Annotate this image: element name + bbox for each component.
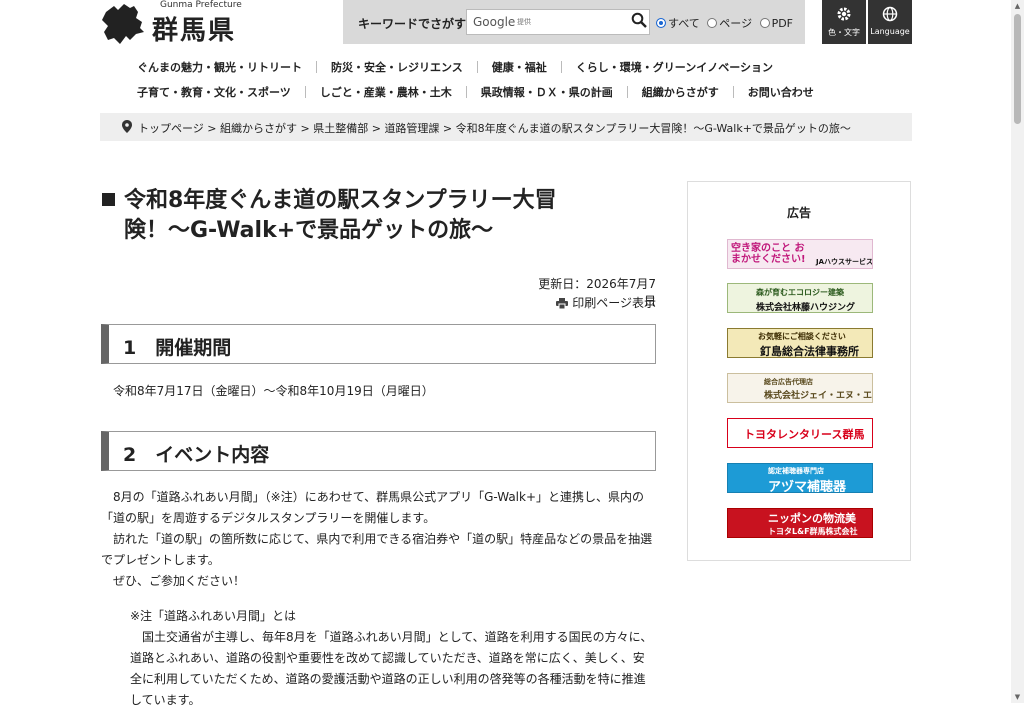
paragraph-line: 訪れた「道の駅」の箇所数に応じて、県内で利用できる宿泊券や「道の駅」特産品などの… xyxy=(113,532,653,546)
radio-icon xyxy=(759,18,770,28)
color-text-button[interactable]: 色・文字 xyxy=(822,0,866,44)
ad-panel: 広告 空き家のこと おまかせください! JAハウスサービス 森が育むエコロジー建… xyxy=(687,181,911,561)
paragraph-line: でプレゼントします。 xyxy=(101,553,220,567)
logo-ja: 群馬県 xyxy=(152,16,237,46)
search-option-all[interactable]: すべて xyxy=(656,17,700,30)
paragraph-line: ぜひ、ご参加ください！ xyxy=(113,574,246,588)
nav-divider xyxy=(626,86,628,98)
ad-toyota-rentalease[interactable]: トヨタレンタリース群馬 xyxy=(727,418,873,448)
section-heading-period: 1 開催期間 xyxy=(101,324,656,364)
breadcrumb-top[interactable]: トップページ xyxy=(138,122,204,135)
global-nav-row2: 子育て・教育・文化・スポーツ しごと・産業・農林・土木 県政情報・ＤＸ・県の計画 組織… xyxy=(137,84,814,100)
search-panel: キーワードでさがす Google 提供 すべて ページ PDF xyxy=(343,0,805,44)
ad-toyota-lf-gunma[interactable]: ニッポンの物流美 トヨタL&F群馬株式会社 xyxy=(727,508,873,538)
ad-azuma-hearing[interactable]: 認定補聴器専門店 アヅマ補聴器 xyxy=(727,463,873,493)
paragraph-line: 「道の駅」を周遊するデジタルスタンプラリーを開催します。 xyxy=(101,511,436,525)
note-title: ※注「道路ふれあい月間」とは xyxy=(130,609,297,623)
breadcrumb: トップページ > 組織からさがす > 県土整備部 > 道路管理課 > 令和8年度… xyxy=(100,113,912,141)
breadcrumb-section[interactable]: 道路管理課 xyxy=(384,122,439,135)
title-square-icon xyxy=(102,193,115,206)
nav-item-health[interactable]: 健康・福祉 xyxy=(492,59,547,75)
nav-divider xyxy=(465,86,467,98)
nav-item-work[interactable]: しごと・産業・農林・土木 xyxy=(320,84,452,100)
nav-divider xyxy=(304,86,306,98)
language-button[interactable]: Language xyxy=(868,0,912,44)
ad-hayashifuji-housing[interactable]: 森が育むエコロジー建築 株式会社林藤ハウジング xyxy=(727,283,873,313)
print-link[interactable]: 印刷ページ表示 xyxy=(556,294,656,311)
nav-divider xyxy=(732,86,734,98)
note-line: 道路とふれあい、道路の役割や重要性を改めて認識していただき、道路を常に広く、美し… xyxy=(130,651,645,665)
nav-divider xyxy=(316,61,317,73)
radio-icon xyxy=(656,18,666,28)
search-scope: すべて ページ PDF xyxy=(656,15,797,31)
event-description: 8月の「道路ふれあい月間」（※注）にあわせて、群馬県公式アプリ「G-Walk+」… xyxy=(101,487,661,592)
gear-icon xyxy=(837,7,851,21)
gunma-map-icon xyxy=(102,4,144,44)
note-line: 国土交通省が主導し、毎年8月を「道路ふれあい月間」として、道路を利用する国民の方… xyxy=(142,630,653,644)
period-text: 令和8年7月17日（金曜日）～令和8年10月19日（月曜日） xyxy=(113,384,434,398)
nav-item-charm[interactable]: ぐんまの魅力・観光・リトリート xyxy=(137,59,302,75)
nav-divider xyxy=(476,61,478,73)
radio-icon xyxy=(707,18,718,28)
page-scrollbar[interactable]: ▲ ▼ xyxy=(1011,0,1024,703)
global-nav-row1: ぐんまの魅力・観光・リトリート 防災・安全・レジリエンス 健康・福祉 くらし・環境・グ… xyxy=(137,59,773,75)
note-block: ※注「道路ふれあい月間」とは 国土交通省が主導し、毎年8月を「道路ふれあい月間」… xyxy=(130,606,660,711)
nav-item-org[interactable]: 組織からさがす xyxy=(642,84,719,100)
note-line: しています。 xyxy=(130,693,201,707)
printer-icon xyxy=(556,298,569,310)
ad-heading: 広告 xyxy=(786,206,811,220)
nav-item-education[interactable]: 子育て・教育・文化・スポーツ xyxy=(137,84,291,100)
section-heading-content: 2 イベント内容 xyxy=(101,431,656,471)
site-logo[interactable]: Gunma Prefecture 群馬県 xyxy=(100,0,250,50)
scroll-up-icon[interactable]: ▲ xyxy=(1011,0,1024,12)
nav-item-living[interactable]: くらし・環境・グリーンイノベーション xyxy=(576,59,773,75)
paragraph-line: 8月の「道路ふれあい月間」（※注）にあわせて、群馬県公式アプリ「G-Walk+」… xyxy=(113,490,645,504)
search-input[interactable]: Google 提供 xyxy=(466,9,650,35)
ad-kugishima-law[interactable]: お気軽にご相談ください 釘島総合法律事務所 xyxy=(727,328,873,358)
search-option-pdf[interactable]: PDF xyxy=(759,17,793,30)
nav-item-disaster[interactable]: 防災・安全・レジリエンス xyxy=(331,59,463,75)
search-provider-note: 提供 xyxy=(517,18,531,26)
scroll-down-icon[interactable]: ▼ xyxy=(1011,691,1024,703)
location-pin-icon xyxy=(122,120,132,133)
breadcrumb-dept[interactable]: 県土整備部 xyxy=(313,122,368,135)
search-option-page[interactable]: ページ xyxy=(707,17,752,30)
search-provider: Google xyxy=(473,15,516,29)
search-icon[interactable] xyxy=(631,12,647,28)
ad-ja-house-service[interactable]: 空き家のこと おまかせください! JAハウスサービス xyxy=(727,239,873,269)
search-label: キーワードでさがす xyxy=(358,17,467,31)
globe-icon xyxy=(882,6,898,22)
breadcrumb-current: 令和8年度ぐんま道の駅スタンプラリー大冒険！～G-Walk+で景品ゲットの旅～ xyxy=(455,122,851,135)
nav-item-govinfo[interactable]: 県政情報・ＤＸ・県の計画 xyxy=(481,84,613,100)
note-line: 全に利用していただくため、道路の愛護活動や道路の正しい利用の啓発等の各種活動を特… xyxy=(130,672,646,686)
ad-jei-enu-esu[interactable]: 総合広告代理店 株式会社ジェイ・エヌ・エス xyxy=(727,373,873,403)
nav-divider xyxy=(560,61,562,73)
logo-en: Gunma Prefecture xyxy=(160,0,242,10)
page-title: 令和8年度ぐんま道の駅スタンプラリー大冒 険！～G-Walk+で景品ゲットの旅～ xyxy=(102,186,622,246)
nav-item-contact[interactable]: お問い合わせ xyxy=(748,84,814,100)
breadcrumb-org[interactable]: 組織からさがす xyxy=(220,122,297,135)
scrollbar-thumb[interactable] xyxy=(1014,14,1021,124)
